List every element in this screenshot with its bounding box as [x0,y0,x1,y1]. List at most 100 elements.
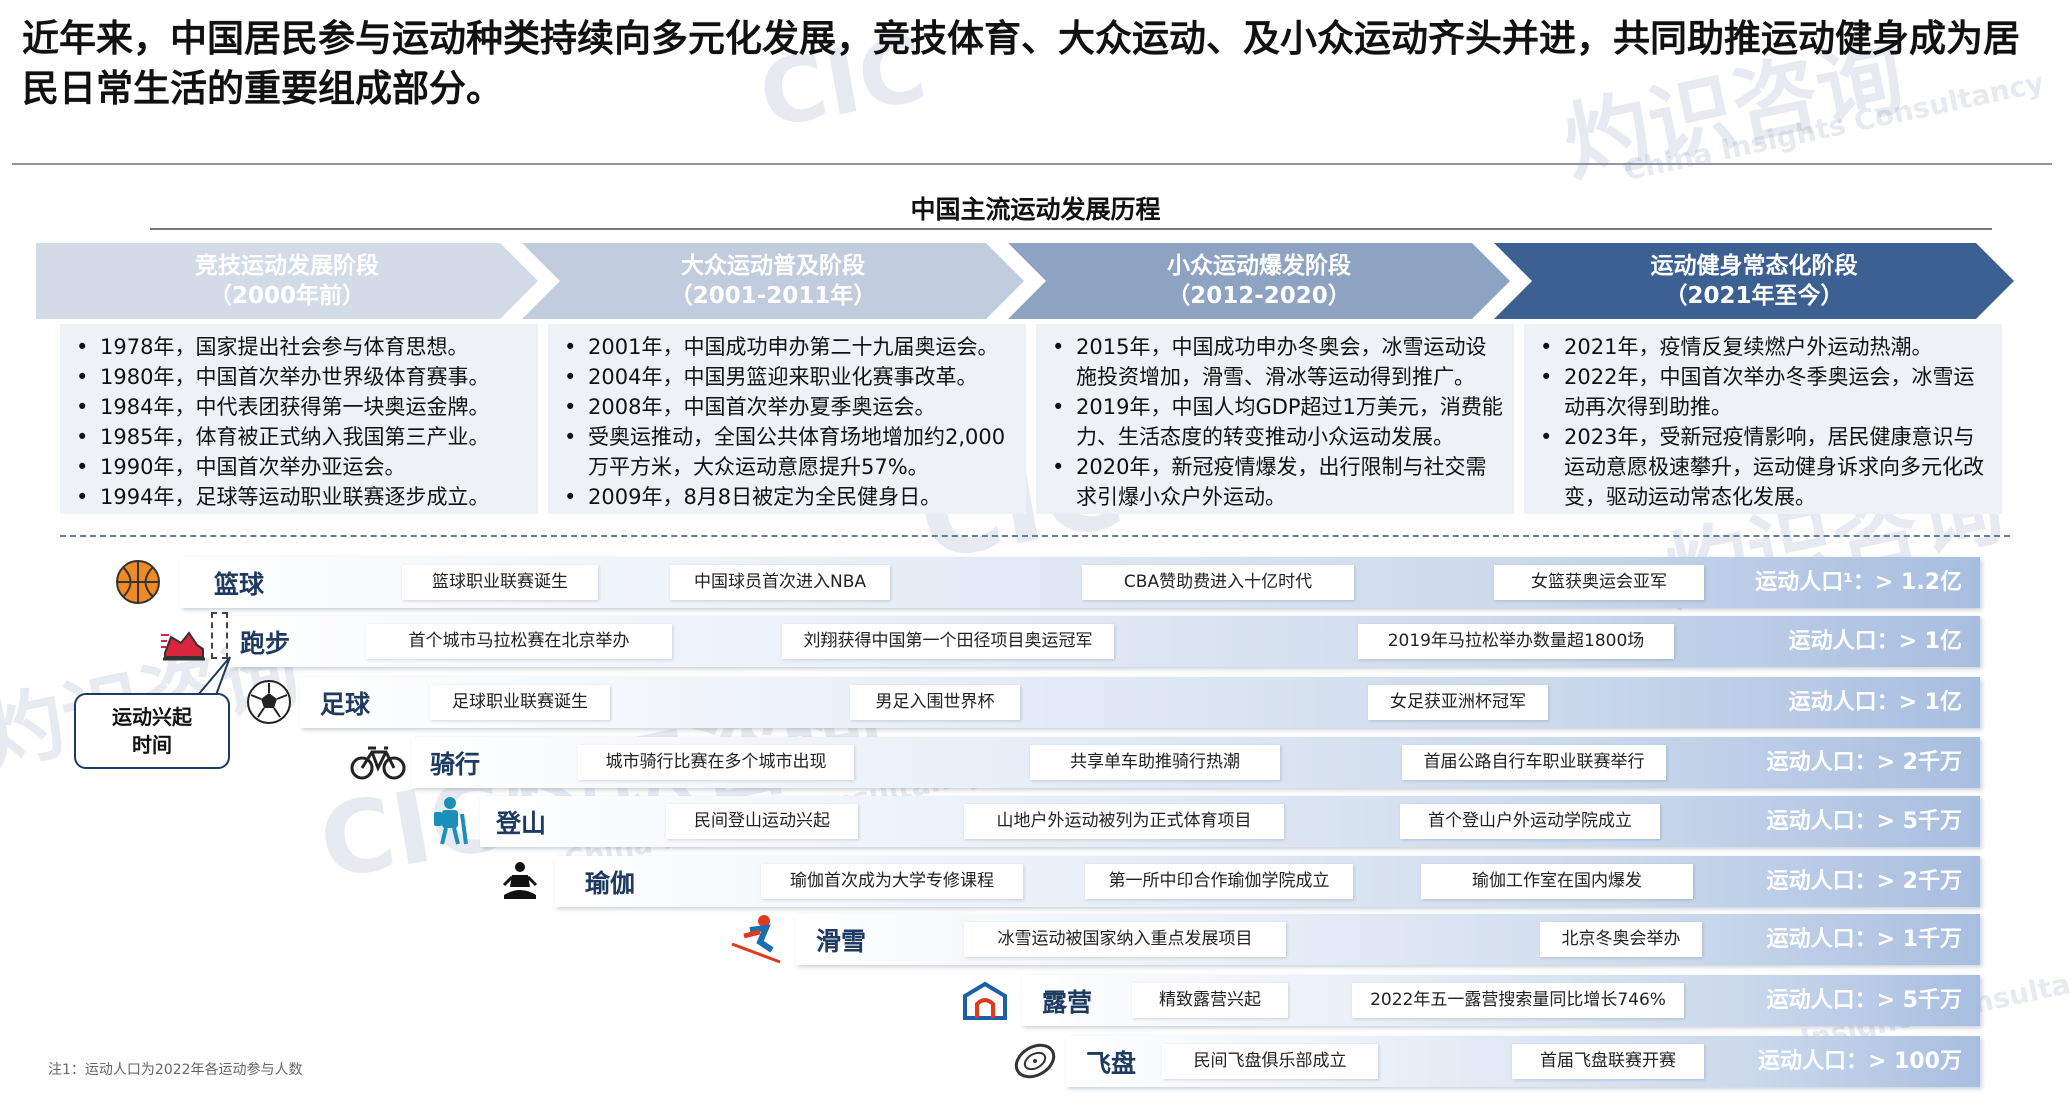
event-label: 篮球职业联赛诞生 [402,565,598,600]
phase-4: 运动健身常态化阶段 （2021年至今） [1494,243,2014,319]
sport-row-camping: 露营 精致露营兴起 2022年五一露营搜索量同比增长746% 运动人口：> 5千… [1022,975,1980,1026]
sport-row-basketball: 篮球 篮球职业联赛诞生 中国球员首次进入NBA CBA赞助费进入十亿时代 女篮获… [180,557,1980,608]
basketball-icon [113,557,163,607]
event-label: 女篮获奥运会亚军 [1494,565,1704,600]
phase-1: 竞技运动发展阶段 （2000年前） [36,243,538,319]
list-item: 受奥运推动，全国公共体育场地增加约2,000万平方米，大众运动意愿提升57%。 [562,422,1016,482]
population-label: 运动人口：> 1亿 [1788,629,1962,654]
event-label: 足球职业联赛诞生 [430,685,610,720]
hiker-icon [425,796,475,846]
event-label: 首个城市马拉松赛在北京举办 [366,624,672,659]
phase-period: （2001-2011年） [669,283,877,309]
event-label: 瑜伽工作室在国内爆发 [1421,864,1693,899]
sport-name: 骑行 [430,750,481,779]
event-label: 精致露营兴起 [1132,983,1288,1018]
sport-name: 足球 [320,690,371,719]
list-item: 2023年，受新冠疫情影响，居民健康意识与运动意愿极速攀升，运动健身诉求向多元化… [1538,422,1992,512]
sport-row-skiing: 滑雪 冰雪运动被国家纳入重点发展项目 北京冬奥会举办 运动人口：> 1千万 [796,914,1980,965]
event-label: 首个登山户外运动学院成立 [1400,804,1660,839]
list-item: 1985年，体育被正式纳入我国第三产业。 [74,422,528,452]
list-item: 2019年，中国人均GDP超过1万美元，消费能力、生活态度的转变推动小众运动发展… [1050,392,1504,452]
phase-4-description: 2021年，疫情反复续燃户外运动热潮。 2022年，中国首次举办冬季奥运会，冰雪… [1524,324,2002,514]
sport-row-frisbee: 飞盘 民间飞盘俱乐部成立 首届飞盘联赛开赛 运动人口：> 100万 [1066,1036,1980,1087]
event-label: 2022年五一露营搜索量同比增长746% [1352,983,1684,1018]
population-label: 运动人口：> 2千万 [1766,750,1962,775]
sport-name: 滑雪 [816,927,867,956]
event-label: 民间登山运动兴起 [666,804,858,839]
event-label: 山地户外运动被列为正式体育项目 [964,804,1284,839]
sport-name: 瑜伽 [585,869,636,898]
event-label: CBA赞助费进入十亿时代 [1082,565,1354,600]
population-label: 运动人口：> 1千万 [1766,927,1962,952]
soccer-ball-icon [244,677,294,727]
phase-period: （2012-2020） [1167,283,1351,309]
list-item: 2021年，疫情反复续燃户外运动热潮。 [1538,332,1992,362]
list-item: 2020年，新冠疫情爆发，出行限制与社交需求引爆小众户外运动。 [1050,452,1504,512]
population-label: 运动人口：> 5千万 [1766,809,1962,834]
tent-icon [960,975,1010,1025]
callout-box: 运动兴起 时间 [74,693,230,769]
list-item: 2022年，中国首次举办冬季奥运会，冰雪运动再次得到助推。 [1538,362,1992,422]
divider [150,228,1992,230]
event-label: 冰雪运动被国家纳入重点发展项目 [964,922,1286,957]
frisbee-icon [1010,1036,1060,1086]
phase-name: 大众运动普及阶段 [681,253,865,279]
list-item: 2004年，中国男篮迎来职业化赛事改革。 [562,362,1016,392]
sport-name: 飞盘 [1086,1049,1137,1078]
phase-1-description: 1978年，国家提出社会参与体育思想。 1980年，中国首次举办世界级体育赛事。… [60,324,538,514]
callout-line: 运动兴起 [112,705,192,729]
list-item: 2009年，8月8日被定为全民健身日。 [562,482,1016,512]
phase-3-description: 2015年，中国成功申办冬奥会，冰雪运动设施投资增加，滑雪、滑冰等运动得到推广。… [1036,324,1514,514]
phase-name: 小众运动爆发阶段 [1167,253,1351,279]
sport-row-running: 跑步 首个城市马拉松赛在北京举办 刘翔获得中国第一个田径项目奥运冠军 2019年… [228,616,1980,667]
population-label: 运动人口：> 1亿 [1788,690,1962,715]
callout-tail [197,656,231,696]
callout-line: 时间 [132,733,172,757]
event-label: 首届飞盘联赛开赛 [1512,1044,1704,1079]
phase-period: （2000年前） [208,283,365,309]
event-label: 首届公路自行车职业联赛举行 [1402,745,1666,780]
phase-2-description: 2001年，中国成功申办第二十九届奥运会。 2004年，中国男篮迎来职业化赛事改… [548,324,1026,514]
list-item: 1984年，中代表团获得第一块奥运金牌。 [74,392,528,422]
sport-name: 露营 [1042,988,1093,1017]
list-item: 2001年，中国成功申办第二十九届奥运会。 [562,332,1016,362]
bicycle-icon [350,737,406,787]
phase-2: 大众运动普及阶段 （2001-2011年） [522,243,1024,319]
sport-name: 篮球 [214,570,265,599]
yoga-icon [495,856,545,906]
event-label: 北京冬奥会举办 [1540,922,1702,957]
sport-row-cycling: 骑行 城市骑行比赛在多个城市出现 共享单车助推骑行热潮 首届公路自行车职业联赛举… [412,737,1980,788]
list-item: 1990年，中国首次举办亚运会。 [74,452,528,482]
section-title: 中国主流运动发展历程 [910,195,1161,224]
event-label: 2019年马拉松举办数量超1800场 [1358,624,1674,659]
population-label: 运动人口：> 2千万 [1766,869,1962,894]
list-item: 2008年，中国首次举办夏季奥运会。 [562,392,1016,422]
sport-row-yoga: 瑜伽 瑜伽首次成为大学专修课程 第一所中印合作瑜伽学院成立 瑜伽工作室在国内爆发… [555,856,1980,907]
phase-period: （2021年至今） [1664,283,1844,309]
event-label: 瑜伽首次成为大学专修课程 [761,864,1023,899]
phase-name: 运动健身常态化阶段 [1650,253,1858,279]
phase-name: 竞技运动发展阶段 [195,253,379,279]
list-item: 1994年，足球等运动职业联赛逐步成立。 [74,482,528,512]
headline: 近年来，中国居民参与运动种类持续向多元化发展，竞技体育、大众运动、及小众运动齐头… [22,17,2020,110]
population-label: 运动人口：> 5千万 [1766,988,1962,1013]
event-label: 第一所中印合作瑜伽学院成立 [1085,864,1353,899]
skier-icon [730,914,786,964]
footnote: 注1：运动人口为2022年各运动参与人数 [48,1062,303,1078]
event-label: 城市骑行比赛在多个城市出现 [578,745,854,780]
event-label: 中国球员首次进入NBA [670,565,890,600]
sport-name: 跑步 [240,629,291,658]
sport-row-soccer: 足球 足球职业联赛诞生 男足入围世界杯 女足获亚洲杯冠军 运动人口：> 1亿 [300,677,1980,728]
event-label: 民间飞盘俱乐部成立 [1162,1044,1378,1079]
sport-row-mountaineering: 登山 民间登山运动兴起 山地户外运动被列为正式体育项目 首个登山户外运动学院成立… [480,796,1980,847]
event-label: 男足入围世界杯 [850,685,1020,720]
list-item: 1980年，中国首次举办世界级体育赛事。 [74,362,528,392]
population-label: 运动人口：> 100万 [1757,1049,1962,1074]
event-label: 刘翔获得中国第一个田径项目奥运冠军 [782,624,1114,659]
event-label: 女足获亚洲杯冠军 [1368,685,1548,720]
phase-strip: 竞技运动发展阶段 （2000年前） 大众运动普及阶段 （2001-2011年） … [36,243,2036,319]
phase-3: 小众运动爆发阶段 （2012-2020） [1008,243,1510,319]
divider [12,163,2052,165]
sport-name: 登山 [496,809,547,838]
population-label: 运动人口¹：> 1.2亿 [1755,570,1962,595]
